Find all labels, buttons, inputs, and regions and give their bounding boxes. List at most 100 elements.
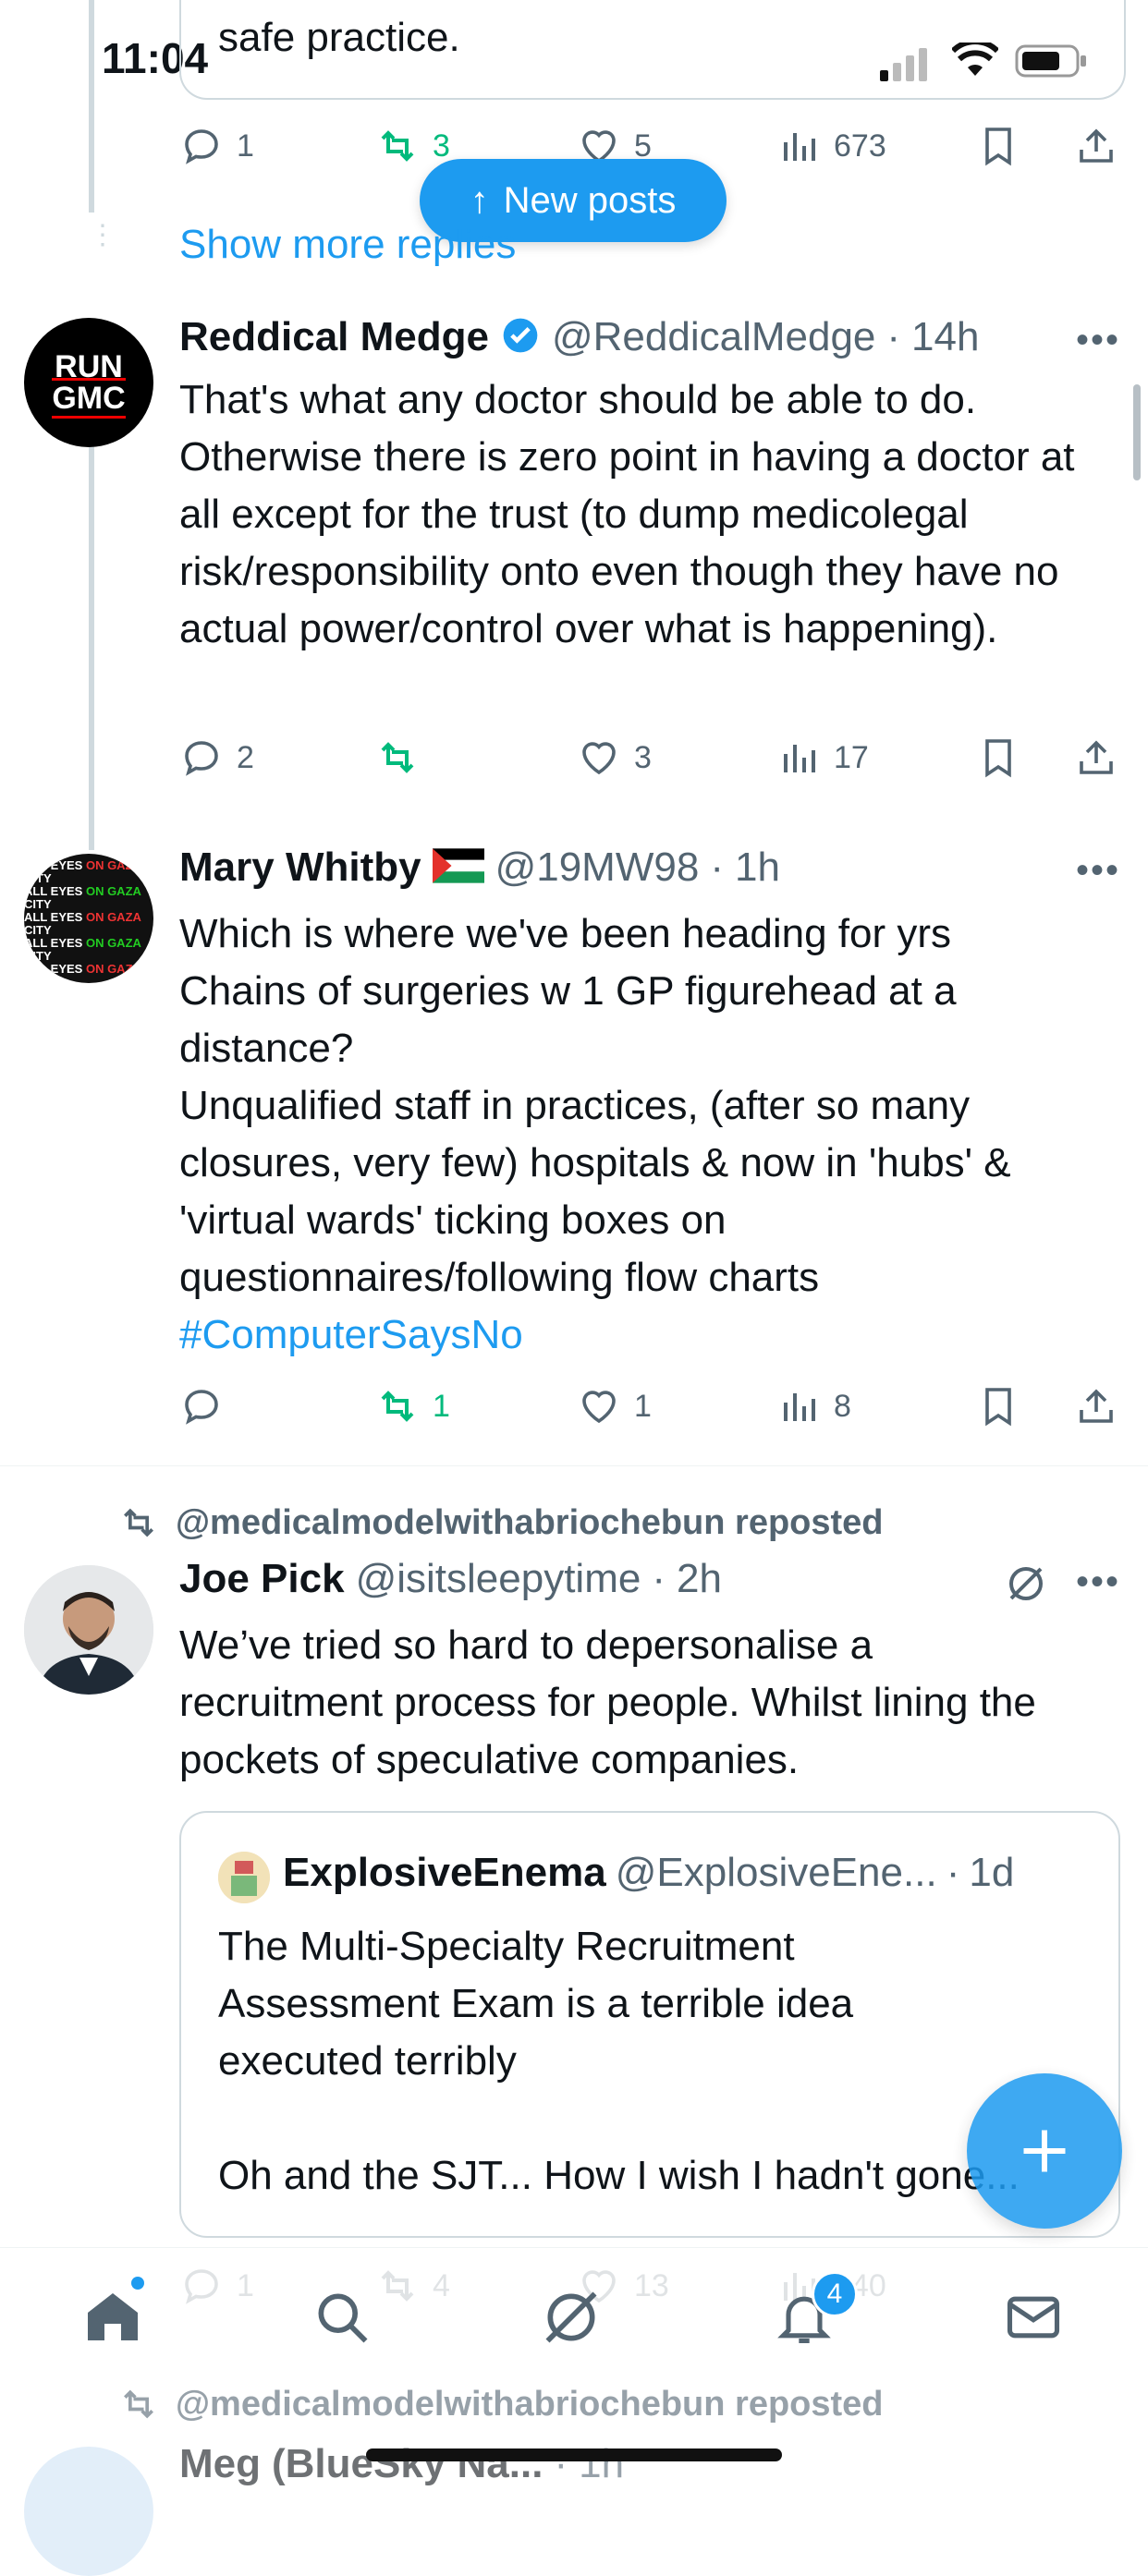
tab-grok[interactable]	[540, 2286, 603, 2353]
like-count: 1	[634, 1388, 652, 1424]
repost-icon	[124, 2389, 153, 2419]
tweet-text: That's what any doctor should be able to…	[179, 377, 1075, 651]
thread-line	[89, 0, 94, 213]
repost-count: 3	[433, 128, 450, 164]
views-button[interactable]: 673	[776, 124, 886, 168]
mail-icon	[1007, 2296, 1060, 2339]
repost-button[interactable]: 3	[375, 124, 450, 168]
reply-button[interactable]	[179, 1384, 237, 1428]
views-button[interactable]: 8	[776, 1384, 851, 1428]
avatar[interactable]: RUN GMC	[24, 318, 153, 447]
grok-icon[interactable]	[1004, 1561, 1048, 1610]
tweet-text-line: Unqualified staff in practices, (after s…	[179, 1083, 971, 1128]
reposted-by-label[interactable]: @medicalmodelwithabriochebun reposted	[176, 1503, 884, 1543]
display-name[interactable]: Mary Whitby	[179, 844, 421, 891]
timestamp[interactable]: 14h	[911, 314, 979, 360]
tweet-header: Reddical Medge @ReddicalMedge · 14h	[179, 314, 980, 360]
repost-icon	[124, 1508, 153, 1537]
views-button[interactable]: 17	[776, 735, 869, 780]
reply-count: 2	[237, 739, 254, 775]
share-icon[interactable]	[1074, 1384, 1118, 1433]
views-icon	[784, 745, 815, 772]
tab-home[interactable]	[79, 2277, 146, 2353]
repost-context: @medicalmodelwithabriochebun reposted	[118, 2384, 884, 2424]
views-count: 673	[834, 128, 886, 164]
display-name[interactable]: Joe Pick	[179, 1556, 345, 1602]
reply-button[interactable]: 1	[179, 124, 254, 168]
more-options-icon[interactable]: •••	[1076, 850, 1120, 892]
bookmark-icon[interactable]	[976, 735, 1020, 784]
repost-button[interactable]: 1	[375, 1384, 450, 1428]
repost-count: 1	[433, 1388, 450, 1424]
verified-icon	[500, 315, 541, 360]
like-button[interactable]: 1	[577, 1384, 652, 1428]
like-button[interactable]: 3	[577, 735, 652, 780]
reply-icon	[185, 741, 218, 776]
views-count: 17	[834, 739, 869, 775]
repost-button[interactable]	[375, 735, 433, 780]
quote-header: ExplosiveEnema @ExplosiveEne... · 1d	[283, 1850, 1015, 1895]
tweet-text-line: Which is where we've been heading for yr…	[179, 911, 952, 956]
repost-icon	[381, 130, 414, 162]
tab-messages[interactable]	[1002, 2286, 1065, 2353]
thread-dots: ⋮	[89, 220, 116, 250]
tweet-text-line: Chains of surgeries w 1 GP figurehead at…	[179, 968, 957, 1014]
quote-handle: @ExplosiveEne...	[615, 1850, 937, 1895]
bookmark-icon[interactable]	[976, 1384, 1020, 1433]
tab-search[interactable]	[311, 2286, 373, 2353]
home-icon	[88, 2293, 138, 2340]
notification-badge: 4	[812, 2271, 858, 2317]
display-name[interactable]: Meg	[179, 2441, 261, 2487]
repost-icon	[381, 742, 414, 773]
quote-display-name: ExplosiveEnema	[283, 1850, 606, 1895]
display-name[interactable]: Reddical Medge	[179, 314, 489, 360]
avatar[interactable]	[24, 1565, 153, 1695]
more-options-icon[interactable]: •••	[1076, 1561, 1120, 1603]
search-icon	[318, 2293, 368, 2343]
reply-icon	[185, 129, 218, 164]
quote-text-2: Oh and the SJT... How I wish I hadn't go…	[218, 2153, 1020, 2198]
share-icon[interactable]	[1074, 124, 1118, 173]
thread-line	[89, 407, 94, 850]
avatar[interactable]: ALL EYES ON GAZA CITY ALL EYES ON GAZA C…	[24, 854, 153, 983]
compose-button[interactable]	[967, 2073, 1122, 2229]
tweet-header: Joe Pick @isitsleepytime · 2h	[179, 1556, 722, 1602]
scrollbar[interactable]	[1133, 384, 1141, 480]
tweet-text: We’ve tried so hard to depersonalise a r…	[179, 1622, 1036, 1782]
handle[interactable]: @19MW98	[495, 844, 700, 891]
bookmark-icon[interactable]	[976, 124, 1020, 173]
handle[interactable]: @isitsleepytime	[356, 1556, 641, 1602]
reply-button[interactable]: 2	[179, 735, 254, 780]
repost-context: @medicalmodelwithabriochebun reposted	[118, 1502, 884, 1543]
handle[interactable]: @ReddicalMedge	[552, 314, 875, 360]
divider	[0, 1465, 1148, 1466]
tweet-text-line: distance?	[179, 1026, 354, 1071]
heart-icon	[582, 742, 616, 775]
share-icon[interactable]	[1074, 735, 1118, 784]
quote-text: The Multi-Specialty Recruitment Assessme…	[218, 1924, 854, 2084]
home-indicator[interactable]	[366, 2448, 782, 2461]
arrow-up-icon: ↑	[470, 179, 489, 221]
timestamp[interactable]: 1h	[735, 844, 780, 891]
like-count: 3	[634, 739, 652, 775]
heart-icon	[582, 1391, 616, 1424]
more-options-icon[interactable]: •••	[1076, 320, 1120, 361]
palestine-flag-icon	[432, 847, 484, 888]
grok-icon	[545, 2291, 597, 2343]
new-posts-label: New posts	[503, 179, 677, 221]
reply-count: 1	[237, 128, 254, 164]
show-more-replies-link[interactable]: Show more replies	[179, 222, 516, 268]
tweet-text: Which is where we've been heading for yr…	[179, 905, 1122, 1364]
views-icon	[784, 1393, 815, 1421]
avatar[interactable]	[24, 2447, 153, 2576]
timestamp[interactable]: 2h	[677, 1556, 722, 1602]
views-icon	[784, 133, 815, 161]
views-count: 8	[834, 1388, 851, 1424]
hashtag-link[interactable]: #ComputerSaysNo	[179, 1306, 1122, 1364]
reposted-by-label[interactable]: @medicalmodelwithabriochebun reposted	[176, 2385, 884, 2424]
tweet-text-line: 'virtual wards' ticking boxes on	[179, 1197, 727, 1243]
quote-avatar	[218, 1852, 270, 1903]
reply-icon	[185, 1390, 218, 1425]
plus-icon	[1023, 2130, 1066, 2172]
tab-notifications[interactable]: 4	[773, 2271, 858, 2353]
